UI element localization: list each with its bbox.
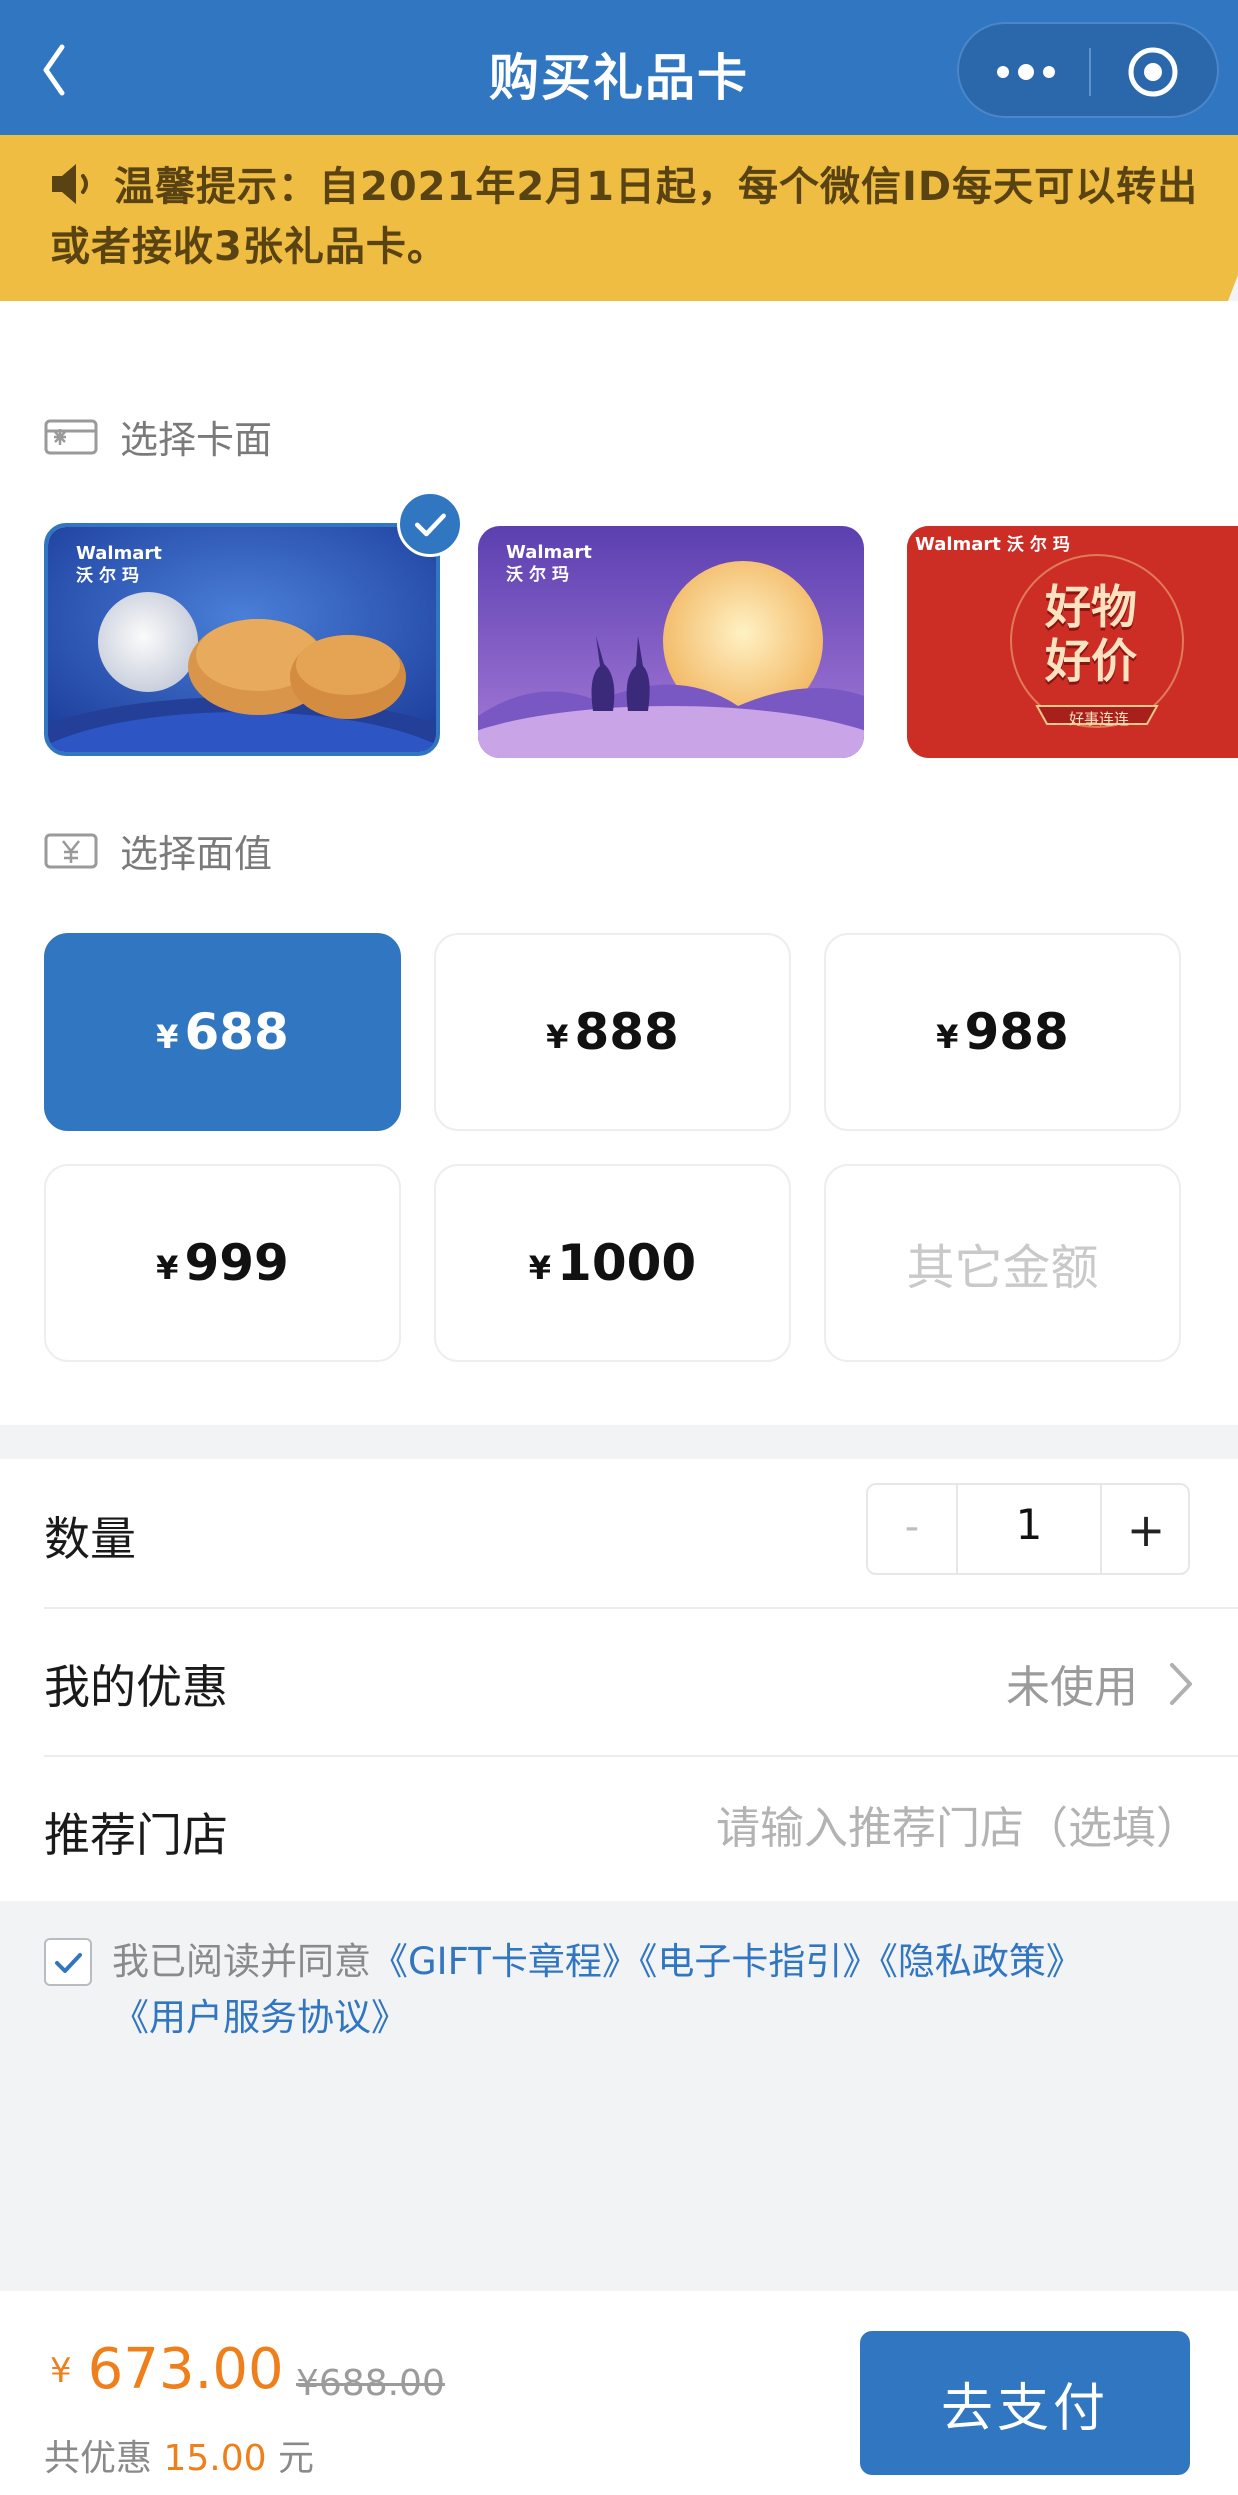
checkout-bar: ¥673.00 ¥688.00 共优惠 15.00 元 去支付: [0, 2291, 1238, 2495]
agreement-checkbox[interactable]: [44, 1938, 92, 1986]
denomination-value: 888: [574, 1003, 679, 1061]
card-art-title: 好物 好价: [1045, 580, 1137, 688]
order-form: 数量 - 1 + 我的优惠 未使用 推荐门店: [0, 1459, 1238, 1901]
decrement-button[interactable]: -: [868, 1485, 956, 1573]
denomination-option-888[interactable]: ¥ 888: [434, 933, 791, 1131]
gift-card-rules-link[interactable]: 《GIFT卡章程》: [371, 1940, 639, 1983]
increment-button[interactable]: +: [1102, 1485, 1190, 1573]
card-art-text-2: 好价: [1045, 634, 1137, 688]
notice-banner: 温馨提示：自2021年2月1日起，每个微信ID每天可以转出或者接收3张礼品卡。: [0, 135, 1238, 301]
chevron-right-icon: [1170, 1663, 1192, 1705]
original-price: ¥688.00: [296, 2363, 445, 2404]
store-label: 推荐门店: [44, 1808, 228, 1862]
card-face-option-good-things[interactable]: Walmart 沃尔玛 好物 好价 好事连连: [907, 526, 1238, 758]
brand-name: Walmart: [915, 534, 1001, 555]
denomination-value: 1000: [557, 1234, 697, 1292]
quantity-value[interactable]: 1: [956, 1485, 1102, 1573]
total-price: ¥673.00: [50, 2337, 284, 2402]
denomination-option-988[interactable]: ¥ 988: [824, 933, 1181, 1131]
card-face-label: 选择卡面: [120, 418, 273, 462]
denomination-value: 988: [964, 1003, 1069, 1061]
store-row: 推荐门店: [0, 1755, 1238, 1902]
quantity-stepper: - 1 +: [866, 1483, 1190, 1575]
currency-symbol: ¥: [50, 2351, 72, 2391]
currency-symbol: ¥: [156, 1249, 179, 1287]
more-dots-icon[interactable]: [991, 52, 1061, 92]
brand-name: Walmart: [76, 543, 162, 564]
quantity-row: 数量 - 1 +: [0, 1459, 1238, 1606]
brand-name: Walmart: [506, 542, 592, 563]
e-card-guide-link[interactable]: 《电子卡指引》: [639, 1940, 880, 1983]
card-art-subtitle: 好事连连: [1069, 710, 1130, 728]
checkmark-icon: [55, 1953, 82, 1973]
denomination-value: 688: [184, 1003, 289, 1061]
selection-panel: 选择卡面 Walmart 沃尔玛 Walmart 沃尔玛 Walmart 沃尔玛…: [0, 301, 1238, 1425]
card-art-text-1: 好物: [1045, 580, 1137, 634]
card-face-option-rabbits[interactable]: Walmart 沃尔玛: [478, 526, 864, 758]
target-circle-icon[interactable]: [1125, 44, 1181, 100]
saving-prefix: 共优惠: [44, 2438, 153, 2479]
capsule-divider: [1089, 48, 1091, 96]
denomination-option-999[interactable]: ¥ 999: [44, 1164, 401, 1362]
other-amount-label: 其它金额: [906, 1240, 1099, 1296]
pay-button[interactable]: 去支付: [860, 2331, 1190, 2475]
denomination-value: 999: [184, 1234, 289, 1292]
denomination-heading: 选择面值: [44, 823, 272, 878]
card-face-heading: 选择卡面: [44, 409, 272, 464]
privacy-policy-link[interactable]: 《隐私政策》: [879, 1940, 1083, 1983]
currency-symbol: ¥: [528, 1249, 552, 1287]
saving-suffix: 元: [277, 2438, 314, 2479]
saving-summary: 共优惠 15.00 元: [44, 2429, 314, 2481]
currency-symbol: ¥: [546, 1018, 569, 1056]
store-input[interactable]: [560, 1793, 1200, 1863]
brand-name-cn: 沃尔玛: [76, 566, 145, 586]
saving-amount: 15.00: [163, 2438, 267, 2479]
currency-symbol: ¥: [156, 1018, 179, 1056]
notice-text: 温馨提示：自2021年2月1日起，每个微信ID每天可以转出或者接收3张礼品卡。: [50, 164, 1199, 270]
agreement-text: 我已阅读并同意《GIFT卡章程》《电子卡指引》《隐私政策》《用户服务协议》: [112, 1934, 1192, 2046]
price-value: 673.00: [87, 2337, 284, 2402]
card-brand: Walmart 沃尔玛: [915, 534, 1076, 556]
card-icon: [44, 419, 98, 454]
card-brand: Walmart 沃尔玛: [506, 542, 592, 586]
coupon-label: 我的优惠: [44, 1660, 228, 1714]
card-face-option-mooncake[interactable]: Walmart 沃尔玛: [44, 523, 440, 756]
denomination-option-1000[interactable]: ¥ 1000: [434, 1164, 791, 1362]
brand-name-cn: 沃尔玛: [1006, 535, 1076, 555]
selected-check-icon: [397, 491, 463, 557]
denomination-option-other[interactable]: 其它金额: [824, 1164, 1181, 1362]
card-brand: Walmart 沃尔玛: [76, 543, 162, 587]
yen-box-icon: [44, 833, 98, 868]
agreement-prefix: 我已阅读并同意: [112, 1940, 371, 1983]
mini-program-capsule: [957, 22, 1219, 118]
denomination-label: 选择面值: [120, 832, 273, 876]
coupon-row[interactable]: 我的优惠 未使用: [0, 1607, 1238, 1754]
brand-name-cn: 沃尔玛: [506, 565, 575, 585]
quantity-label: 数量: [44, 1512, 136, 1566]
coupon-value: 未使用: [1006, 1662, 1138, 1713]
denomination-option-688[interactable]: ¥ 688: [44, 933, 401, 1131]
nav-bar: 购买礼品卡: [0, 0, 1238, 135]
user-agreement-link[interactable]: 《用户服务协议》: [112, 1996, 408, 2039]
currency-symbol: ¥: [936, 1018, 959, 1056]
